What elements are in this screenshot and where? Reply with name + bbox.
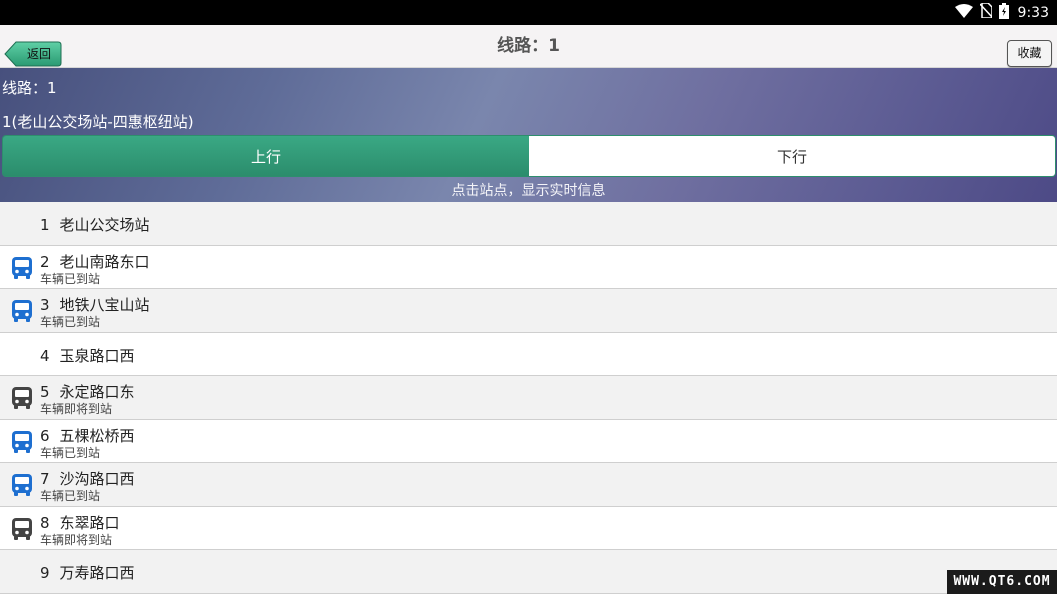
station-row[interactable]: 1 老山公交场站	[0, 202, 1057, 246]
bus-arrived-icon	[10, 256, 34, 280]
station-number: 9	[40, 564, 50, 582]
station-name: 8 东翠路口	[40, 512, 120, 533]
back-button[interactable]: 返回	[4, 41, 62, 67]
station-name: 4 玉泉路口西	[40, 345, 135, 366]
status-icons: 9:33	[954, 0, 1049, 25]
station-row[interactable]: 2 老山南路东口 车辆已到站	[0, 245, 1057, 289]
app-bar: 线路：1 返回 收藏	[0, 25, 1057, 68]
station-status: 车辆已到站	[40, 489, 101, 503]
bus-arrived-icon	[10, 430, 34, 454]
station-number: 8	[40, 513, 50, 532]
station-row[interactable]: 9 万寿路口西	[0, 550, 1057, 594]
station-name: 5 永定路口东	[40, 381, 135, 402]
no-sim-icon	[978, 2, 993, 22]
wifi-icon	[954, 3, 973, 22]
station-label: 万寿路口西	[59, 564, 135, 582]
station-label: 东翠路口	[59, 513, 120, 532]
station-row[interactable]: 5 永定路口东 车辆即将到站	[0, 376, 1057, 420]
favorite-button[interactable]: 收藏	[1007, 40, 1052, 67]
station-label: 玉泉路口西	[59, 346, 135, 365]
station-status: 车辆已到站	[40, 271, 101, 286]
bus-arrived-icon	[10, 473, 34, 497]
station-status: 车辆已到站	[40, 445, 101, 460]
route-full-name: 1(老山公交场站-四惠枢纽站)	[2, 113, 194, 131]
station-label: 沙沟路口西	[59, 470, 135, 488]
station-name: 7 沙沟路口西	[40, 468, 135, 489]
station-row[interactable]: 8 东翠路口 车辆即将到站	[0, 506, 1057, 550]
station-name: 2 老山南路东口	[40, 251, 150, 272]
station-row[interactable]: 7 沙沟路口西 车辆已到站	[0, 463, 1057, 507]
status-bar: 9:33	[0, 0, 1057, 25]
station-name: 3 地铁八宝山站	[40, 294, 150, 315]
back-button-label: 返回	[26, 47, 51, 61]
station-number: 2	[40, 252, 50, 271]
station-name: 1 老山公交场站	[40, 214, 150, 235]
station-status: 车辆即将到站	[40, 402, 113, 416]
station-number: 6	[40, 426, 50, 445]
page-title: 线路：1	[497, 36, 560, 56]
tab-down[interactable]: 下行	[529, 136, 1055, 176]
station-number: 5	[40, 383, 50, 401]
station-number: 3	[40, 296, 50, 314]
station-status: 车辆已到站	[40, 315, 101, 329]
station-label: 老山公交场站	[59, 216, 150, 234]
station-list: 1 老山公交场站 2 老山南路东口 车辆已到站 3 地铁八宝山站 车辆已到站 4 玉泉路口西 5 永定…	[0, 202, 1057, 594]
station-label: 老山南路东口	[59, 252, 150, 271]
realtime-hint: 点击站点，显示实时信息	[451, 183, 606, 199]
station-status: 车辆即将到站	[40, 532, 113, 547]
station-number: 7	[40, 470, 50, 488]
station-name: 9 万寿路口西	[40, 562, 135, 583]
bus-approaching-icon	[10, 517, 34, 541]
station-name: 6 五棵松桥西	[40, 425, 135, 446]
station-row[interactable]: 4 玉泉路口西	[0, 332, 1057, 376]
route-line-label: 线路：1	[2, 79, 57, 97]
station-label: 永定路口东	[59, 383, 135, 401]
station-label: 五棵松桥西	[59, 426, 135, 445]
station-row[interactable]: 6 五棵松桥西 车辆已到站	[0, 419, 1057, 463]
tab-up[interactable]: 上行	[3, 136, 529, 176]
watermark: WWW.QT6.COM	[947, 570, 1057, 594]
status-time: 9:33	[1017, 4, 1049, 21]
bus-approaching-icon	[10, 386, 34, 410]
battery-icon	[998, 2, 1009, 23]
bus-arrived-icon	[10, 299, 34, 323]
station-row[interactable]: 3 地铁八宝山站 车辆已到站	[0, 289, 1057, 333]
route-header: 线路：1 1(老山公交场站-四惠枢纽站) 上行 下行 点击站点，显示实时信息	[0, 68, 1057, 202]
station-number: 4	[40, 346, 50, 365]
station-label: 地铁八宝山站	[59, 296, 150, 314]
direction-tabs: 上行 下行	[2, 135, 1056, 177]
station-number: 1	[40, 216, 50, 234]
